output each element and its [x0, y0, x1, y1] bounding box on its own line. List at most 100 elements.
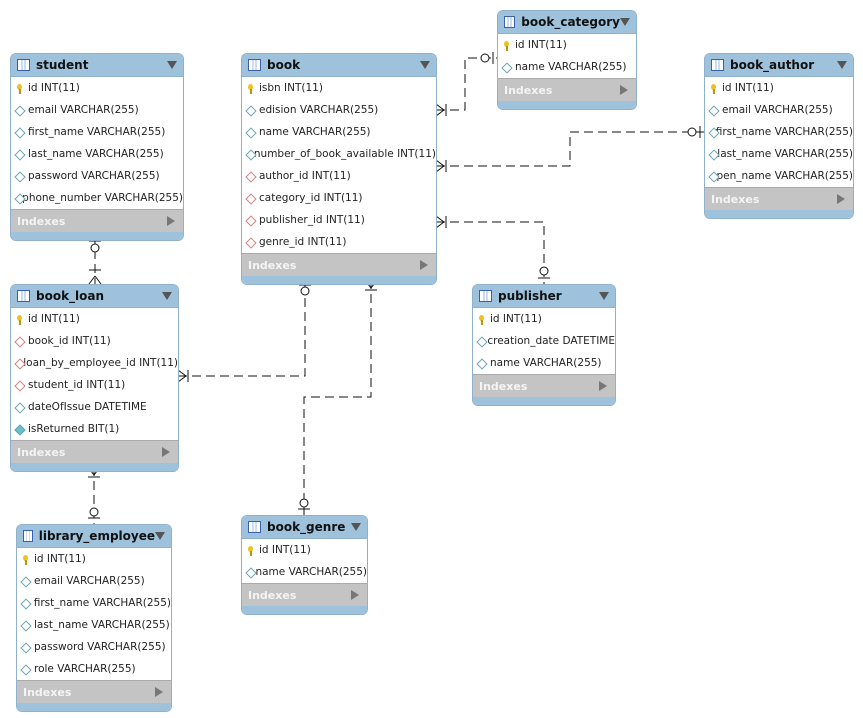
column-label: student_id INT(11) — [28, 379, 126, 391]
column-label: author_id INT(11) — [259, 170, 351, 182]
collapse-arrow-icon[interactable] — [420, 61, 430, 69]
table-header[interactable]: library_employee — [17, 525, 171, 548]
column-row[interactable]: creation_date DATETIME — [473, 330, 615, 352]
column-row[interactable]: pen_name VARCHAR(255) — [705, 165, 853, 187]
collapse-arrow-icon[interactable] — [620, 18, 630, 26]
column-row[interactable]: category_id INT(11) — [242, 187, 436, 209]
column-row[interactable]: email VARCHAR(255) — [705, 99, 853, 121]
column-row[interactable]: first_name VARCHAR(255) — [705, 121, 853, 143]
table-book[interactable]: book isbn INT(11) edision VARCHAR(255) name… — [241, 53, 437, 285]
table-book-author[interactable]: book_author id INT(11) email VARCHAR(255) f… — [704, 53, 854, 219]
indexes-label: Indexes — [17, 445, 66, 459]
expand-arrow-icon[interactable] — [599, 381, 607, 391]
table-icon — [504, 16, 516, 28]
expand-arrow-icon[interactable] — [351, 590, 359, 600]
collapse-arrow-icon[interactable] — [599, 292, 609, 300]
table-header[interactable]: publisher — [473, 285, 615, 308]
not-null-diamond-icon — [15, 425, 24, 434]
key-icon — [709, 83, 718, 94]
table-publisher[interactable]: publisher id INT(11) creation_date DATETIM… — [472, 284, 616, 406]
column-row[interactable]: publisher_id INT(11) — [242, 209, 436, 231]
column-label: name VARCHAR(255) — [259, 126, 371, 138]
indexes-section[interactable]: Indexes — [705, 187, 853, 210]
column-label: id INT(11) — [259, 544, 311, 556]
column-label: isReturned BIT(1) — [28, 423, 120, 435]
column-label: pen_name VARCHAR(255) — [716, 170, 853, 182]
column-row[interactable]: id INT(11) — [11, 77, 183, 99]
table-book-genre[interactable]: book_genreid INT(11) name VARCHAR(255) Ind… — [241, 515, 368, 615]
column-row[interactable]: author_id INT(11) — [242, 165, 436, 187]
column-row[interactable]: last_name VARCHAR(255) — [17, 614, 171, 636]
expand-arrow-icon[interactable] — [162, 447, 170, 457]
column-diamond-icon — [477, 359, 486, 368]
table-header[interactable]: student — [11, 54, 183, 77]
key-icon — [246, 545, 255, 556]
column-row[interactable]: book_id INT(11) — [11, 330, 178, 352]
table-book-category[interactable]: book_categoryid INT(11) name VARCHAR(255)… — [497, 10, 637, 110]
table-student[interactable]: student id INT(11) email VARCHAR(255) first… — [10, 53, 184, 241]
column-row[interactable]: edision VARCHAR(255) — [242, 99, 436, 121]
collapse-arrow-icon[interactable] — [837, 61, 847, 69]
column-row[interactable]: password VARCHAR(255) — [11, 165, 183, 187]
indexes-section[interactable]: Indexes — [242, 583, 367, 606]
collapse-arrow-icon[interactable] — [167, 61, 177, 69]
column-row[interactable]: isbn INT(11) — [242, 77, 436, 99]
column-label: first_name VARCHAR(255) — [715, 126, 853, 138]
column-row[interactable]: role VARCHAR(255) — [17, 658, 171, 680]
collapse-arrow-icon[interactable] — [351, 523, 361, 531]
column-row[interactable]: last_name VARCHAR(255) — [705, 143, 853, 165]
column-row[interactable]: name VARCHAR(255) — [242, 561, 367, 583]
indexes-section[interactable]: Indexes — [473, 374, 615, 397]
table-book-loan[interactable]: book_loan id INT(11) book_id INT(11) loan_b… — [10, 284, 179, 472]
table-icon — [248, 59, 261, 71]
column-label: email VARCHAR(255) — [28, 104, 139, 116]
column-row[interactable]: phone_number VARCHAR(255) — [11, 187, 183, 209]
column-label: id INT(11) — [515, 39, 567, 51]
column-row[interactable]: name VARCHAR(255) — [473, 352, 615, 374]
table-header[interactable]: book_loan — [11, 285, 178, 308]
table-header[interactable]: book_author — [705, 54, 853, 77]
column-label: last_name VARCHAR(255) — [28, 148, 164, 160]
column-row[interactable]: id INT(11) — [11, 308, 178, 330]
expand-arrow-icon[interactable] — [620, 85, 628, 95]
collapse-arrow-icon[interactable] — [155, 532, 165, 540]
table-header[interactable]: book_genre — [242, 516, 367, 539]
indexes-section[interactable]: Indexes — [11, 440, 178, 463]
foreign-key-diamond-icon — [15, 381, 24, 390]
column-row[interactable]: last_name VARCHAR(255) — [11, 143, 183, 165]
indexes-section[interactable]: Indexes — [17, 680, 171, 703]
indexes-section[interactable]: Indexes — [498, 78, 636, 101]
column-row[interactable]: first_name VARCHAR(255) — [11, 121, 183, 143]
expand-arrow-icon[interactable] — [837, 194, 845, 204]
table-header[interactable]: book — [242, 54, 436, 77]
expand-arrow-icon[interactable] — [155, 687, 163, 697]
column-row[interactable]: id INT(11) — [17, 548, 171, 570]
table-header[interactable]: book_category — [498, 11, 636, 34]
column-label: first_name VARCHAR(255) — [33, 597, 171, 609]
column-diamond-icon — [21, 643, 30, 652]
column-row[interactable]: genre_id INT(11) — [242, 231, 436, 253]
column-row[interactable]: password VARCHAR(255) — [17, 636, 171, 658]
column-row[interactable]: email VARCHAR(255) — [17, 570, 171, 592]
expand-arrow-icon[interactable] — [167, 216, 175, 226]
collapse-arrow-icon[interactable] — [162, 292, 172, 300]
column-row[interactable]: isReturned BIT(1) — [11, 418, 178, 440]
table-library-employee[interactable]: library_employee id INT(11) email VARCHAR(… — [16, 524, 172, 712]
indexes-section[interactable]: Indexes — [242, 253, 436, 276]
expand-arrow-icon[interactable] — [420, 260, 428, 270]
column-row[interactable]: name VARCHAR(255) — [498, 56, 636, 78]
column-row[interactable]: first_name VARCHAR(255) — [17, 592, 171, 614]
column-row[interactable]: number_of_book_available INT(11) — [242, 143, 436, 165]
column-row[interactable]: dateOfIssue DATETIME — [11, 396, 178, 418]
indexes-section[interactable]: Indexes — [11, 209, 183, 232]
column-row[interactable]: student_id INT(11) — [11, 374, 178, 396]
column-row[interactable]: id INT(11) — [498, 34, 636, 56]
column-row[interactable]: loan_by_employee_id INT(11) — [11, 352, 178, 374]
column-row[interactable]: id INT(11) — [242, 539, 367, 561]
column-row[interactable]: name VARCHAR(255) — [242, 121, 436, 143]
column-row[interactable]: id INT(11) — [473, 308, 615, 330]
column-row[interactable]: email VARCHAR(255) — [11, 99, 183, 121]
column-row[interactable]: id INT(11) — [705, 77, 853, 99]
column-diamond-icon — [709, 128, 712, 137]
table-name: student — [36, 58, 89, 72]
